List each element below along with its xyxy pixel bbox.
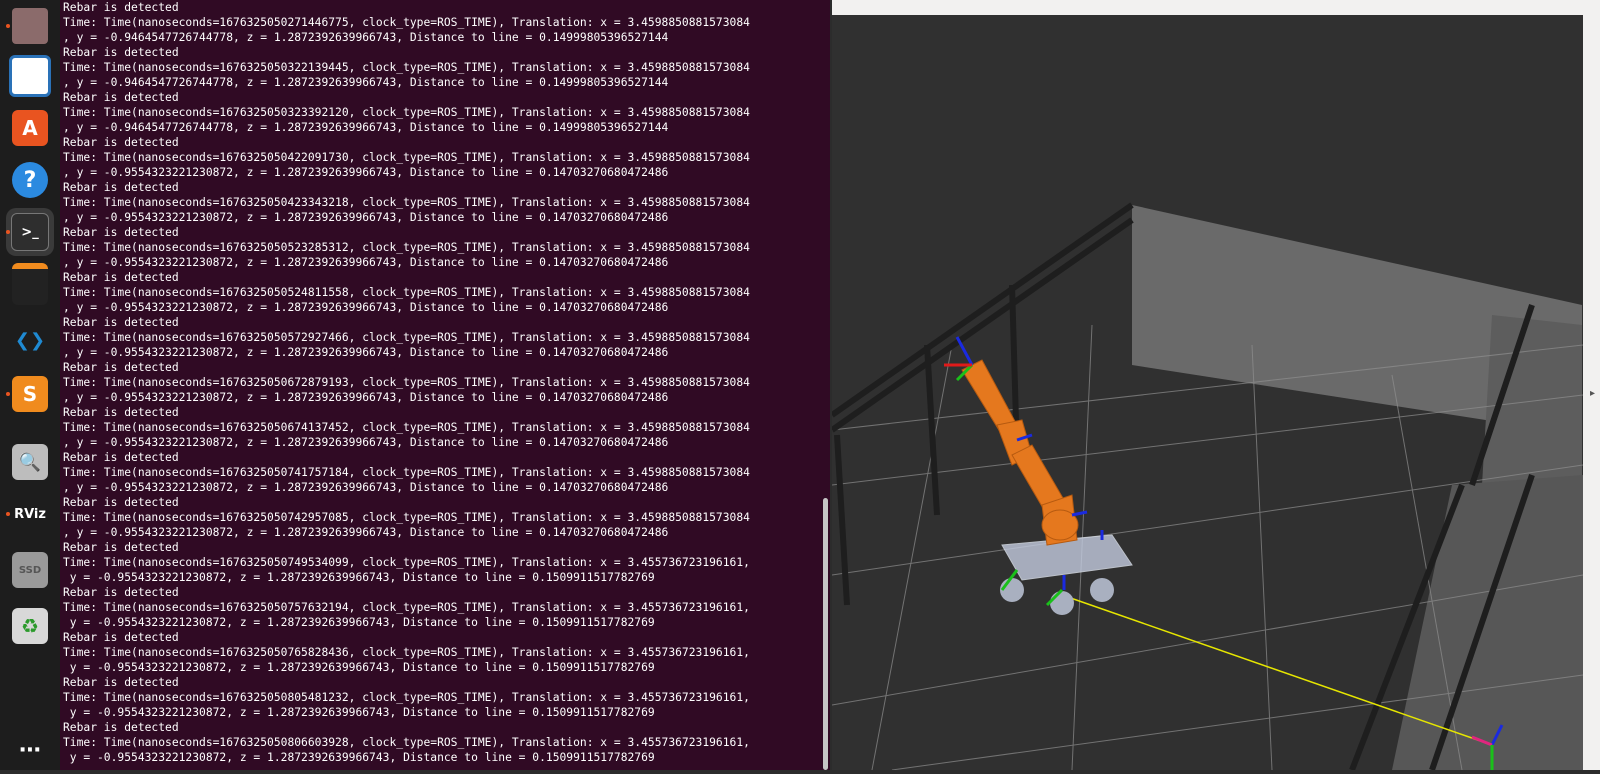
- files-icon: [12, 8, 48, 44]
- terminal-line: Time: Time(nanoseconds=16763250508054812…: [63, 691, 750, 704]
- terminal-line: Time: Time(nanoseconds=16763250507576321…: [63, 601, 750, 614]
- terminal-line: Rebar is detected: [63, 226, 179, 239]
- terminal-line: Rebar is detected: [63, 91, 179, 104]
- running-indicator: [6, 24, 10, 28]
- terminal-line: , y = -0.9554323221230872, z = 1.2872392…: [63, 391, 669, 404]
- terminal-line: y = -0.9554323221230872, z = 1.287239263…: [63, 706, 655, 719]
- terminal-line: Time: Time(nanoseconds=16763250504233432…: [63, 196, 750, 209]
- terminal-line: y = -0.9554323221230872, z = 1.287239263…: [63, 616, 655, 629]
- terminal-line: Rebar is detected: [63, 46, 179, 59]
- ssd-drive-icon: SSD: [12, 552, 48, 588]
- terminal-line: Time: Time(nanoseconds=16763250506741374…: [63, 421, 750, 434]
- files-launcher[interactable]: [6, 2, 54, 50]
- terminal-line: y = -0.9554323221230872, z = 1.287239263…: [63, 751, 655, 764]
- terminal-line: Rebar is detected: [63, 496, 179, 509]
- terminal-line: Rebar is detected: [63, 541, 179, 554]
- terminal-line: , y = -0.9464547726744778, z = 1.2872392…: [63, 121, 669, 134]
- libreoffice-impress-icon: [9, 55, 51, 97]
- terminal-line: Time: Time(nanoseconds=16763250503221394…: [63, 61, 750, 74]
- terminal-scrollbar[interactable]: [823, 498, 828, 770]
- rviz-icon: RViz: [14, 506, 46, 522]
- terminal-line: Time: Time(nanoseconds=16763250505232853…: [63, 241, 750, 254]
- show-apps-icon: ⋯: [19, 737, 41, 763]
- terminal-line: , y = -0.9554323221230872, z = 1.2872392…: [63, 346, 669, 359]
- rviz-3d-viewport[interactable]: [832, 15, 1583, 770]
- rviz-scene: [832, 202, 1583, 770]
- box-app-icon: [12, 263, 48, 305]
- terminal-output: Rebar is detected Time: Time(nanoseconds=…: [60, 0, 830, 765]
- terminal-line: Rebar is detected: [63, 631, 179, 644]
- software-center-icon: A: [12, 110, 48, 146]
- terminal-line: y = -0.9554323221230872, z = 1.287239263…: [63, 661, 655, 674]
- terminal-window[interactable]: Rebar is detected Time: Time(nanoseconds=…: [60, 0, 830, 770]
- rviz-window: ▸: [832, 0, 1600, 770]
- vscode-launcher[interactable]: ❮❯: [6, 316, 54, 364]
- trash-icon: ♻: [12, 608, 48, 644]
- terminal-line: Rebar is detected: [63, 721, 179, 734]
- sublime-text-launcher[interactable]: S: [6, 370, 54, 418]
- terminal-line: Time: Time(nanoseconds=16763250506728791…: [63, 376, 750, 389]
- terminal-line: Time: Time(nanoseconds=16763250507658284…: [63, 646, 750, 659]
- terminal-line: Time: Time(nanoseconds=16763250505248115…: [63, 286, 750, 299]
- terminal-line: , y = -0.9554323221230872, z = 1.2872392…: [63, 166, 669, 179]
- terminal-line: Rebar is detected: [63, 406, 179, 419]
- terminal-line: Time: Time(nanoseconds=16763250507495340…: [63, 556, 750, 569]
- terminal-line: , y = -0.9554323221230872, z = 1.2872392…: [63, 526, 669, 539]
- terminal-line: Time: Time(nanoseconds=16763250507429570…: [63, 511, 750, 524]
- help-icon: ?: [12, 162, 48, 198]
- image-viewer-launcher[interactable]: 🔍: [6, 438, 54, 486]
- terminal-line: , y = -0.9554323221230872, z = 1.2872392…: [63, 301, 669, 314]
- terminal-line: Time: Time(nanoseconds=16763250507417571…: [63, 466, 750, 479]
- show-apps-launcher[interactable]: ⋯: [6, 726, 54, 774]
- libreoffice-impress-launcher[interactable]: [6, 52, 54, 100]
- terminal-line: Rebar is detected: [63, 361, 179, 374]
- terminal-line: Time: Time(nanoseconds=16763250502714467…: [63, 16, 750, 29]
- terminal-line: Time: Time(nanoseconds=16763250508066039…: [63, 736, 750, 749]
- terminal-line: , y = -0.9554323221230872, z = 1.2872392…: [63, 481, 669, 494]
- trash-launcher[interactable]: ♻: [6, 602, 54, 650]
- terminal-line: , y = -0.9554323221230872, z = 1.2872392…: [63, 211, 669, 224]
- box-app-launcher[interactable]: [6, 260, 54, 308]
- terminal-line: Rebar is detected: [63, 181, 179, 194]
- terminal-icon: >_: [11, 213, 49, 251]
- floor-right-panel: [1392, 475, 1583, 770]
- right-wall: [1482, 315, 1582, 485]
- mobile-base: [1000, 534, 1133, 615]
- terminal-line: Rebar is detected: [63, 271, 179, 284]
- terminal-line: , y = -0.9554323221230872, z = 1.2872392…: [63, 256, 669, 269]
- terminal-line: Rebar is detected: [63, 676, 179, 689]
- terminal-line: Time: Time(nanoseconds=16763250503233921…: [63, 106, 750, 119]
- ssd-drive-launcher[interactable]: SSD: [6, 546, 54, 594]
- terminal-line: Rebar is detected: [63, 316, 179, 329]
- terminal-line: Rebar is detected: [63, 586, 179, 599]
- terminal-line: , y = -0.9464547726744778, z = 1.2872392…: [63, 76, 669, 89]
- software-center-launcher[interactable]: A: [6, 104, 54, 152]
- help-launcher[interactable]: ?: [6, 156, 54, 204]
- sublime-text-icon: S: [12, 376, 48, 412]
- vscode-icon: ❮❯: [14, 329, 46, 351]
- terminal-line: , y = -0.9554323221230872, z = 1.2872392…: [63, 436, 669, 449]
- running-indicator: [6, 392, 10, 396]
- terminal-line: , y = -0.9464547726744778, z = 1.2872392…: [63, 31, 669, 44]
- image-viewer-icon: 🔍: [12, 444, 48, 480]
- robot-arm: [961, 359, 1079, 546]
- terminal-line: Rebar is detected: [63, 136, 179, 149]
- rviz-launcher[interactable]: RViz: [6, 490, 54, 538]
- running-indicator: [6, 512, 10, 516]
- terminal-line: y = -0.9554323221230872, z = 1.287239263…: [63, 571, 655, 584]
- terminal-line: Rebar is detected: [63, 451, 179, 464]
- running-indicator: [6, 230, 10, 234]
- terminal-line: Time: Time(nanoseconds=16763250504220917…: [63, 151, 750, 164]
- terminal-line: Rebar is detected: [63, 1, 179, 14]
- collapse-arrow-icon[interactable]: ▸: [1590, 388, 1595, 399]
- terminal-launcher[interactable]: >_: [6, 208, 54, 256]
- terminal-line: Time: Time(nanoseconds=16763250505729274…: [63, 331, 750, 344]
- ubuntu-dock: A? >_ ❮❯ S 🔍 RViz SSD ♻ ⋯: [0, 0, 60, 770]
